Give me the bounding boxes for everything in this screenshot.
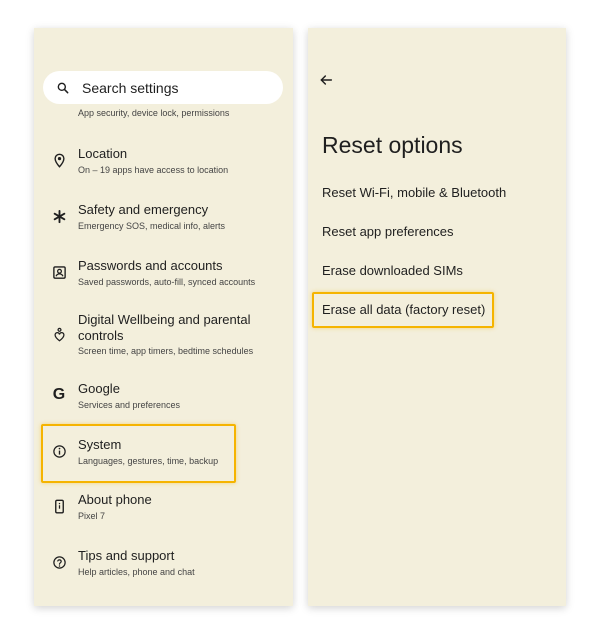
asterisk-icon (50, 207, 68, 225)
account-box-icon (50, 263, 68, 281)
location-pin-icon (50, 151, 68, 169)
settings-item-safety[interactable]: Safety and emergency Emergency SOS, medi… (34, 202, 293, 242)
cut-off-subtitle: App security, device lock, permissions (78, 108, 230, 118)
settings-item-subtitle: Screen time, app timers, bedtime schedul… (78, 346, 254, 356)
settings-item-title: Digital Wellbeing and parental controls (78, 312, 251, 343)
settings-item-subtitle: Help articles, phone and chat (78, 567, 195, 577)
settings-item-subtitle: Saved passwords, auto-fill, synced accou… (78, 277, 256, 287)
page-title: Reset options (322, 132, 463, 158)
settings-panel: Search settings App security, device loc… (34, 28, 293, 606)
settings-item-subtitle: On – 19 apps have access to location (78, 165, 229, 175)
settings-item-google[interactable]: G Google Services and preferences (34, 381, 293, 421)
settings-item-subtitle: Emergency SOS, medical info, alerts (78, 221, 226, 231)
reset-wifi-mobile-bluetooth-option[interactable]: Reset Wi-Fi, mobile & Bluetooth (322, 185, 506, 200)
settings-item-subtitle: Pixel 7 (78, 511, 106, 521)
settings-item-title: Safety and emergency (78, 202, 209, 217)
settings-item-subtitle: Services and preferences (78, 400, 181, 410)
system-highlight-box (41, 424, 236, 483)
phone-icon (50, 497, 68, 515)
wellbeing-icon (50, 325, 68, 343)
erase-downloaded-sims-option[interactable]: Erase downloaded SIMs (322, 263, 463, 278)
settings-item-title: Location (78, 146, 128, 161)
settings-item-about-phone[interactable]: About phone Pixel 7 (34, 492, 293, 532)
settings-item-title: Google (78, 381, 120, 396)
reset-app-preferences-option[interactable]: Reset app preferences (322, 224, 454, 239)
google-g-icon: G (52, 386, 66, 403)
help-icon (50, 553, 68, 571)
settings-item-title: About phone (78, 492, 152, 507)
factory-reset-highlight-box (312, 292, 494, 328)
settings-item-passwords[interactable]: Passwords and accounts Saved passwords, … (34, 258, 293, 298)
back-arrow-icon[interactable] (318, 72, 334, 88)
settings-item-tips-support[interactable]: Tips and support Help articles, phone an… (34, 548, 293, 588)
settings-item-title: Tips and support (78, 548, 175, 563)
settings-item-location[interactable]: Location On – 19 apps have access to loc… (34, 146, 293, 186)
search-placeholder: Search settings (82, 79, 179, 96)
settings-item-digital-wellbeing[interactable]: Digital Wellbeing and parental controls … (34, 312, 293, 370)
search-settings-bar[interactable]: Search settings (43, 71, 283, 104)
settings-item-title: Passwords and accounts (78, 258, 223, 273)
search-icon (57, 82, 69, 93)
